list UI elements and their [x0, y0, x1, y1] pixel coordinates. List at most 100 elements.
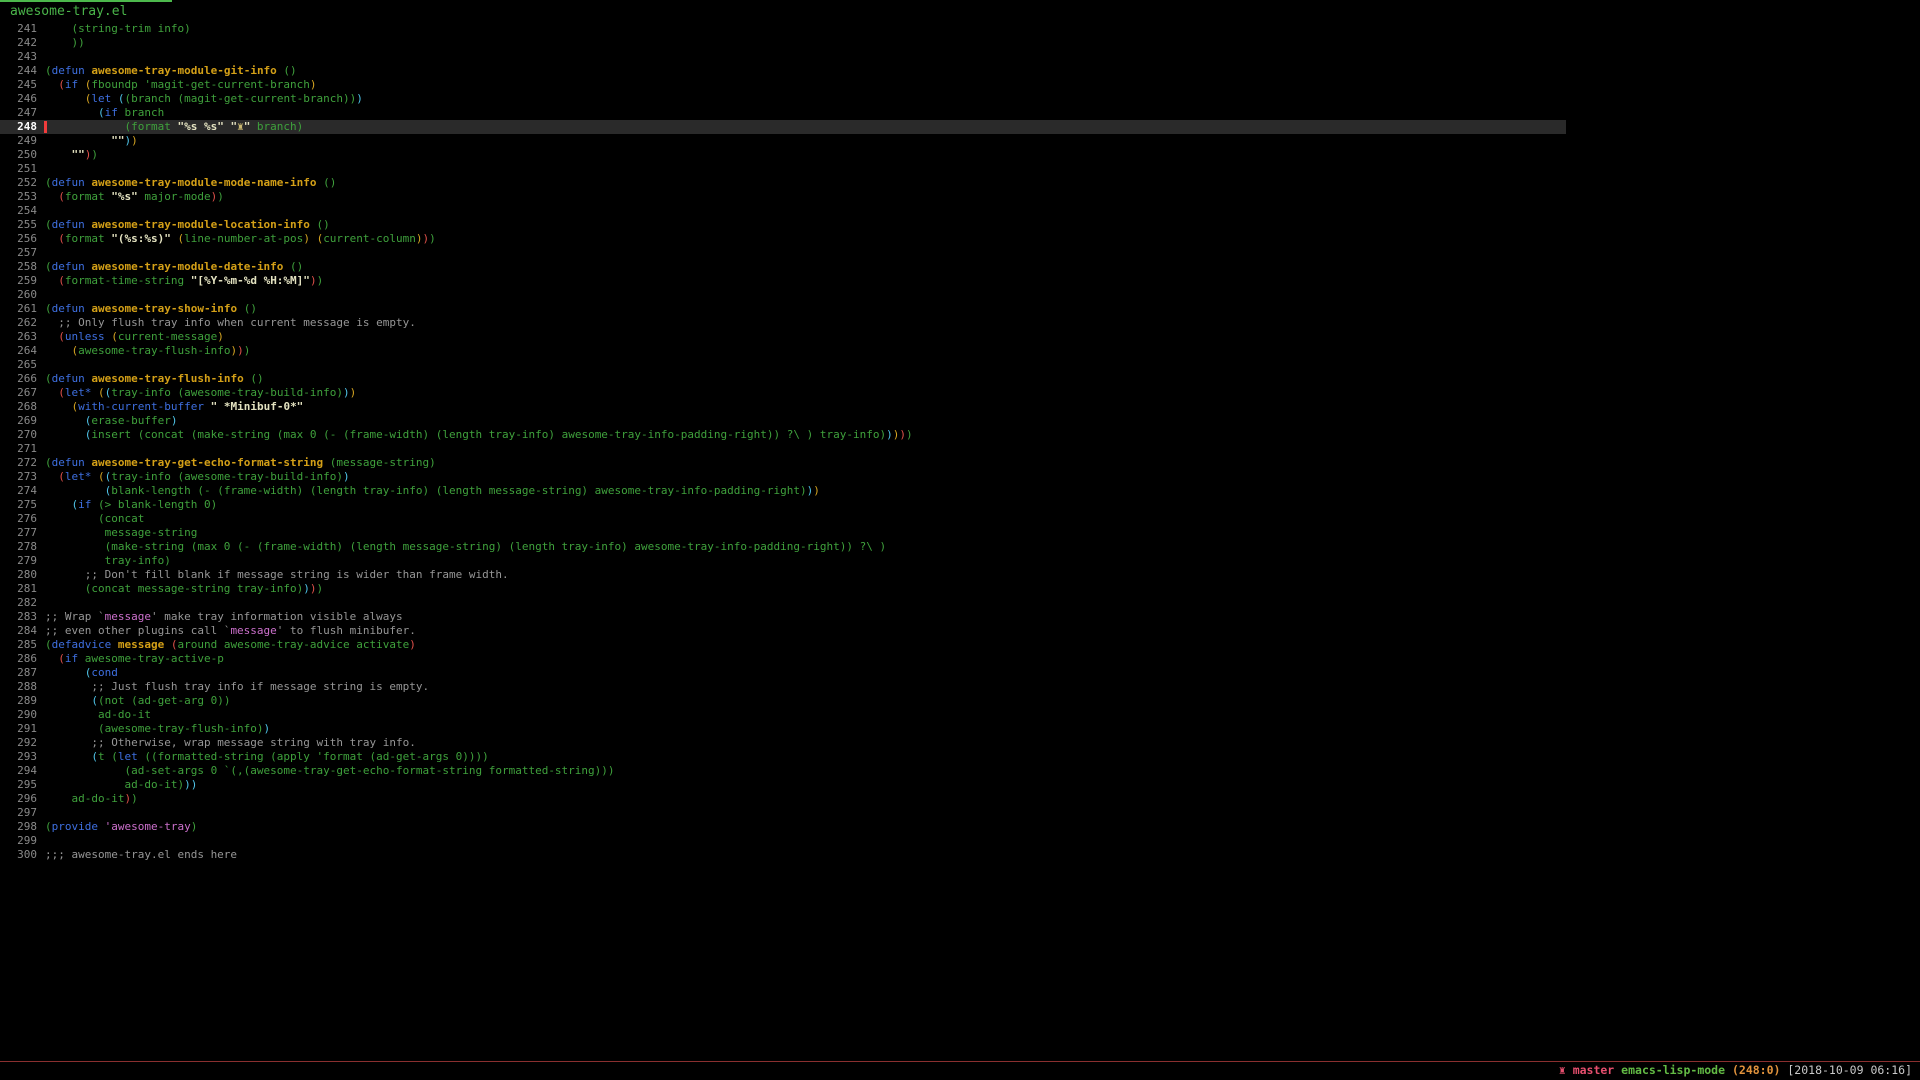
code-line[interactable]: 300;;; awesome-tray.el ends here	[0, 848, 1920, 862]
code-line[interactable]: 279 tray-info)	[0, 554, 1920, 568]
code-line[interactable]: 297	[0, 806, 1920, 820]
code-line[interactable]: 272(defun awesome-tray-get-echo-format-s…	[0, 456, 1920, 470]
code-line[interactable]: 270 (insert (concat (make-string (max 0 …	[0, 428, 1920, 442]
code-text: (format "(%s:%s)" (line-number-at-pos) (…	[45, 232, 436, 246]
code-text: (t (let ((formatted-string (apply 'forma…	[45, 750, 489, 764]
code-line[interactable]: 247 (if branch	[0, 106, 1920, 120]
code-line[interactable]: 287 (cond	[0, 666, 1920, 680]
code-line[interactable]: 260	[0, 288, 1920, 302]
code-line[interactable]: 290 ad-do-it	[0, 708, 1920, 722]
code-text: (insert (concat (make-string (max 0 (- (…	[45, 428, 913, 442]
code-line[interactable]: 278 (make-string (max 0 (- (frame-width)…	[0, 540, 1920, 554]
code-text: (defun awesome-tray-module-date-info ()	[45, 260, 303, 274]
code-line[interactable]: 283;; Wrap `message' make tray informati…	[0, 610, 1920, 624]
code-line[interactable]: 250 ""))	[0, 148, 1920, 162]
code-line[interactable]: 267 (let* ((tray-info (awesome-tray-buil…	[0, 386, 1920, 400]
code-line[interactable]: 284;; even other plugins call `message' …	[0, 624, 1920, 638]
line-number: 294	[0, 764, 45, 778]
code-line[interactable]: 269 (erase-buffer)	[0, 414, 1920, 428]
code-line[interactable]: 289 ((not (ad-get-arg 0))	[0, 694, 1920, 708]
code-line[interactable]: 276 (concat	[0, 512, 1920, 526]
line-number: 282	[0, 596, 45, 610]
line-number: 253	[0, 190, 45, 204]
code-line[interactable]: 246 (let ((branch (magit-get-current-bra…	[0, 92, 1920, 106]
buffer-title: awesome-tray.el	[10, 4, 127, 19]
code-line[interactable]: 251	[0, 162, 1920, 176]
code-line[interactable]: 249 ""))	[0, 134, 1920, 148]
code-line[interactable]: 298(provide 'awesome-tray)	[0, 820, 1920, 834]
code-line[interactable]: 288 ;; Just flush tray info if message s…	[0, 680, 1920, 694]
line-number: 278	[0, 540, 45, 554]
code-line[interactable]: 292 ;; Otherwise, wrap message string wi…	[0, 736, 1920, 750]
line-number: 255	[0, 218, 45, 232]
line-number: 245	[0, 78, 45, 92]
modeline-major-mode: emacs-lisp-mode	[1621, 1063, 1725, 1077]
line-number: 256	[0, 232, 45, 246]
code-text: (defun awesome-tray-show-info ()	[45, 302, 257, 316]
code-line[interactable]: 293 (t (let ((formatted-string (apply 'f…	[0, 750, 1920, 764]
code-text: (let* ((tray-info (awesome-tray-build-in…	[45, 386, 356, 400]
code-line[interactable]: 252(defun awesome-tray-module-mode-name-…	[0, 176, 1920, 190]
line-number: 281	[0, 582, 45, 596]
code-line[interactable]: 294 (ad-set-args 0 `(,(awesome-tray-get-…	[0, 764, 1920, 778]
line-number: 248	[0, 120, 45, 134]
line-number: 300	[0, 848, 45, 862]
code-text: (defun awesome-tray-module-mode-name-inf…	[45, 176, 336, 190]
line-number: 284	[0, 624, 45, 638]
code-line[interactable]: 258(defun awesome-tray-module-date-info …	[0, 260, 1920, 274]
code-line[interactable]: 274 (blank-length (- (frame-width) (leng…	[0, 484, 1920, 498]
code-line[interactable]: 268 (with-current-buffer " *Minibuf-0*"	[0, 400, 1920, 414]
line-number: 283	[0, 610, 45, 624]
code-line[interactable]: 295 ad-do-it)))	[0, 778, 1920, 792]
code-line[interactable]: 242 ))	[0, 36, 1920, 50]
line-number: 279	[0, 554, 45, 568]
code-line[interactable]: 256 (format "(%s:%s)" (line-number-at-po…	[0, 232, 1920, 246]
modeline-items: ♜ master emacs-lisp-mode (248:0) [2018-1…	[1559, 1063, 1912, 1077]
code-line[interactable]: 296 ad-do-it))	[0, 792, 1920, 806]
line-number: 262	[0, 316, 45, 330]
code-line[interactable]: 285(defadvice message (around awesome-tr…	[0, 638, 1920, 652]
code-line[interactable]: 255(defun awesome-tray-module-location-i…	[0, 218, 1920, 232]
code-line[interactable]: 244(defun awesome-tray-module-git-info (…	[0, 64, 1920, 78]
code-text: (format-time-string "[%Y-%m-%d %H:%M]"))	[45, 274, 323, 288]
code-line[interactable]: 261(defun awesome-tray-show-info ()	[0, 302, 1920, 316]
code-text: (defun awesome-tray-get-echo-format-stri…	[45, 456, 436, 470]
line-number: 292	[0, 736, 45, 750]
code-line[interactable]: 286 (if awesome-tray-active-p	[0, 652, 1920, 666]
code-line[interactable]: 245 (if (fboundp 'magit-get-current-bran…	[0, 78, 1920, 92]
code-line[interactable]: 263 (unless (current-message)	[0, 330, 1920, 344]
code-line[interactable]: 253 (format "%s" major-mode))	[0, 190, 1920, 204]
code-text: (make-string (max 0 (- (frame-width) (le…	[45, 540, 886, 554]
code-line[interactable]: 275 (if (> blank-length 0)	[0, 498, 1920, 512]
code-line[interactable]: 282	[0, 596, 1920, 610]
code-text: (defun awesome-tray-module-git-info ()	[45, 64, 297, 78]
code-line[interactable]: 273 (let* ((tray-info (awesome-tray-buil…	[0, 470, 1920, 484]
code-line[interactable]: 264 (awesome-tray-flush-info)))	[0, 344, 1920, 358]
code-line[interactable]: 291 (awesome-tray-flush-info))	[0, 722, 1920, 736]
code-line[interactable]: 265	[0, 358, 1920, 372]
code-line[interactable]: 277 message-string	[0, 526, 1920, 540]
line-number: 293	[0, 750, 45, 764]
code-line[interactable]: 241 (string-trim info)	[0, 22, 1920, 36]
line-number: 247	[0, 106, 45, 120]
code-line[interactable]: 257	[0, 246, 1920, 260]
line-number: 288	[0, 680, 45, 694]
code-text: (defadvice message (around awesome-tray-…	[45, 638, 416, 652]
code-text: ""))	[45, 134, 138, 148]
line-number: 298	[0, 820, 45, 834]
code-line[interactable]: 281 (concat message-string tray-info))))	[0, 582, 1920, 596]
code-line[interactable]: 262 ;; Only flush tray info when current…	[0, 316, 1920, 330]
code-line[interactable]: 243	[0, 50, 1920, 64]
line-number: 299	[0, 834, 45, 848]
code-line[interactable]: 248 (format "%s %s" "♜" branch)	[0, 120, 1566, 134]
code-area[interactable]: 241 (string-trim info)242 ))243244(defun…	[0, 22, 1920, 862]
code-line[interactable]: 254	[0, 204, 1920, 218]
code-line[interactable]: 266(defun awesome-tray-flush-info ()	[0, 372, 1920, 386]
code-line[interactable]: 259 (format-time-string "[%Y-%m-%d %H:%M…	[0, 274, 1920, 288]
code-line[interactable]: 299	[0, 834, 1920, 848]
code-line[interactable]: 280 ;; Don't fill blank if message strin…	[0, 568, 1920, 582]
code-line[interactable]: 271	[0, 442, 1920, 456]
line-number: 265	[0, 358, 45, 372]
line-number: 287	[0, 666, 45, 680]
line-number: 276	[0, 512, 45, 526]
